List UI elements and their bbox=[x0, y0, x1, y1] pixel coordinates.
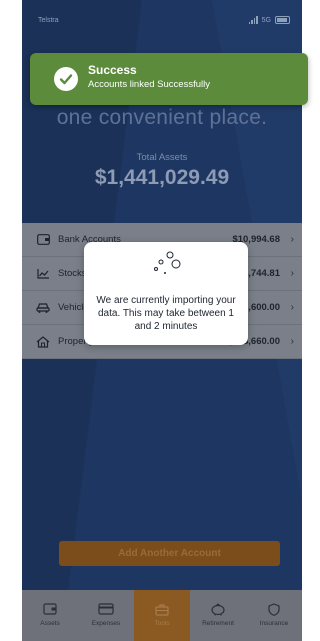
status-bar: Telstra 5G bbox=[32, 14, 292, 28]
tab-label: Insurance bbox=[259, 620, 289, 627]
battery-icon bbox=[275, 16, 290, 24]
chevron-right-icon: › bbox=[290, 302, 294, 313]
signal-icon bbox=[248, 16, 258, 24]
toolbox-icon bbox=[154, 602, 170, 616]
tab-insurance[interactable]: Insurance bbox=[246, 590, 302, 641]
toast-message: Accounts linked Successfully bbox=[88, 79, 210, 90]
card-icon bbox=[98, 602, 114, 616]
wallet-icon bbox=[36, 233, 50, 247]
total-assets-value: $1,441,029.49 bbox=[94, 166, 230, 189]
chart-line-icon bbox=[36, 267, 50, 281]
shield-icon bbox=[266, 602, 282, 616]
piggy-bank-icon bbox=[210, 602, 226, 616]
toast-title: Success bbox=[88, 63, 137, 77]
page-headline: one convenient place. bbox=[56, 106, 268, 129]
loading-spinner-icon bbox=[154, 251, 181, 274]
tab-label: Assets bbox=[40, 620, 60, 627]
wallet-icon bbox=[42, 602, 58, 616]
chevron-right-icon: › bbox=[290, 268, 294, 279]
import-message: We are currently importing your data. Th… bbox=[96, 295, 236, 332]
house-icon bbox=[36, 335, 50, 349]
tab-assets[interactable]: Assets bbox=[22, 590, 78, 641]
tab-label: Tools bbox=[154, 620, 170, 627]
tab-tools[interactable]: Tools bbox=[134, 590, 190, 641]
add-account-button[interactable]: Add Another Account bbox=[59, 541, 280, 566]
tab-retirement[interactable]: Retirement bbox=[190, 590, 246, 641]
network-label: 5G bbox=[261, 16, 271, 24]
total-assets-label: Total Assets bbox=[136, 152, 188, 163]
tab-label: Expenses bbox=[91, 620, 121, 627]
car-icon bbox=[36, 301, 50, 315]
tab-label: Retirement bbox=[202, 620, 234, 627]
tab-bar: Assets Expenses Tools Retirement Insuran… bbox=[22, 590, 302, 641]
tab-expenses[interactable]: Expenses bbox=[78, 590, 134, 641]
chevron-right-icon: › bbox=[290, 234, 294, 245]
carrier-label: Telstra bbox=[38, 17, 59, 24]
import-progress-dialog: We are currently importing your data. Th… bbox=[84, 242, 248, 345]
chevron-right-icon: › bbox=[290, 336, 294, 347]
success-toast[interactable]: Success Accounts linked Successfully bbox=[30, 53, 308, 105]
check-circle-icon bbox=[54, 67, 78, 91]
